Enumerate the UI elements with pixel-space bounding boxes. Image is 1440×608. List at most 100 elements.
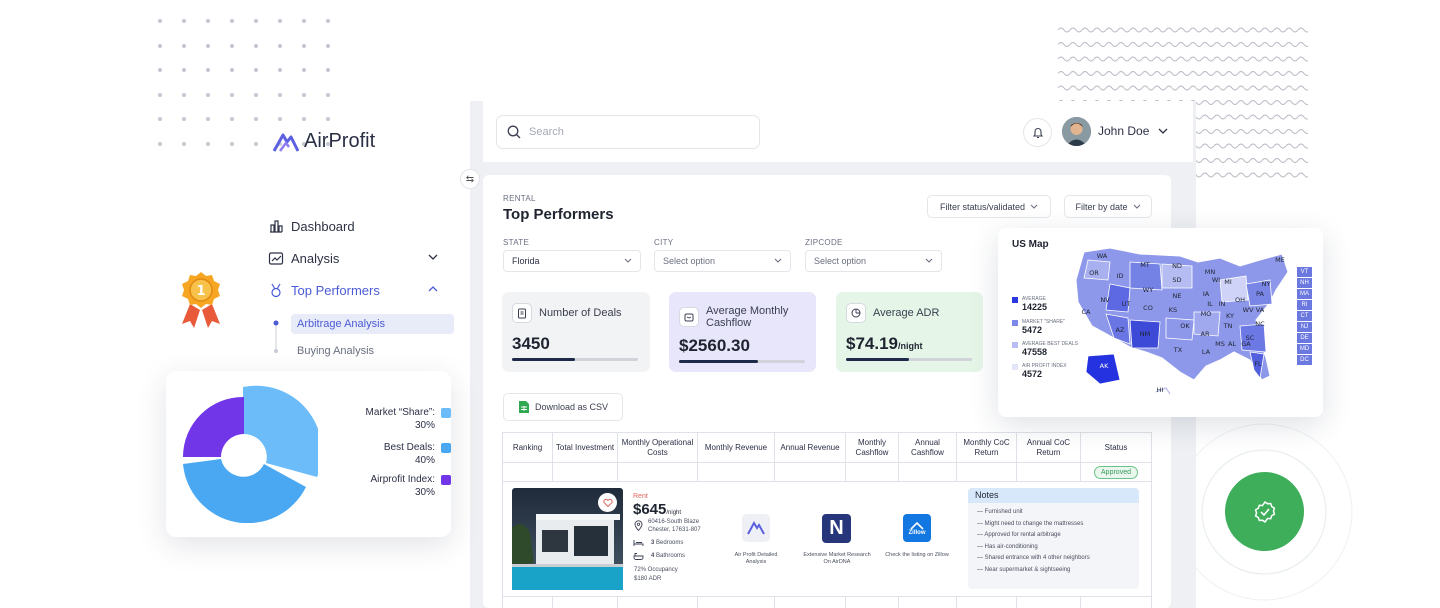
favorite-button[interactable] <box>598 493 617 512</box>
legend-swatch <box>1012 320 1018 326</box>
state-label-il[interactable]: IL <box>1207 300 1213 308</box>
state-label-wy[interactable]: WY <box>1143 286 1153 294</box>
legend-item: Market “Share”: 30% <box>366 407 451 432</box>
state-label-mt[interactable]: MT <box>1140 261 1150 269</box>
state-label-id[interactable]: ID <box>1117 272 1124 280</box>
analytics-icon <box>268 252 284 265</box>
state-label-ia[interactable]: IA <box>1203 290 1210 298</box>
bed-icon <box>633 540 644 546</box>
chevron-up-icon[interactable] <box>428 284 438 294</box>
notifications-button[interactable] <box>1023 118 1052 147</box>
avatar[interactable] <box>1062 117 1091 146</box>
state-label-ms[interactable]: MS <box>1215 340 1225 348</box>
state-label-ne[interactable]: NE <box>1173 292 1182 300</box>
stat-card-adr: Average ADR $74.19/night <box>836 292 983 372</box>
state-label-vt[interactable]: VT <box>1297 267 1312 277</box>
notes-title: Notes <box>968 488 1139 503</box>
state-label-az[interactable]: AZ <box>1116 326 1125 334</box>
state-label-oh[interactable]: OH <box>1235 296 1245 304</box>
chevron-down-icon[interactable] <box>1158 127 1168 135</box>
state-label-ri[interactable]: RI <box>1297 300 1312 310</box>
search-input[interactable]: Search <box>496 115 760 149</box>
state-label-nm[interactable]: NM <box>1140 330 1150 338</box>
column-header[interactable]: Monthly Cashflow <box>845 432 899 463</box>
state-label-mo[interactable]: MO <box>1201 310 1212 318</box>
state-label-mn[interactable]: MN <box>1205 268 1216 276</box>
column-header[interactable]: Status <box>1080 432 1152 463</box>
table-row[interactable]: Approved <box>502 462 1152 482</box>
column-header[interactable]: Annual Revenue <box>774 432 846 463</box>
chevron-down-icon[interactable] <box>428 252 438 262</box>
sidebar-item-dashboard[interactable]: Dashboard <box>268 214 454 238</box>
column-header[interactable]: Annual CoC Return <box>1016 432 1081 463</box>
sidebar-item-analysis[interactable]: Analysis <box>268 246 454 270</box>
state-label-tx[interactable]: TX <box>1173 346 1183 354</box>
state-label-nc[interactable]: NC <box>1255 320 1265 328</box>
verified-badge-button[interactable] <box>1225 472 1304 551</box>
state-label-co[interactable]: CO <box>1143 304 1153 312</box>
map-legend-item: AIR PROFIT INDEX 4572 <box>1012 363 1067 380</box>
city-select[interactable]: Select option <box>654 250 791 272</box>
state-label-wv[interactable]: WV <box>1243 306 1254 314</box>
state-label-tn[interactable]: TN <box>1223 322 1233 330</box>
state-label-fl[interactable]: FL <box>1254 360 1262 368</box>
stat-card-cashflow: Average Monthly Cashflow $2560.30 <box>669 292 816 372</box>
state-label-hi[interactable]: HI <box>1157 386 1164 394</box>
state-label-sd[interactable]: SD <box>1172 276 1181 284</box>
zillow-text: Zillow <box>908 529 926 536</box>
column-header[interactable]: Annual Cashflow <box>898 432 957 463</box>
location-pin-icon <box>634 520 643 531</box>
state-label-va[interactable]: VA <box>1256 306 1265 314</box>
state-label-md[interactable]: MD <box>1297 344 1312 354</box>
state-label-ks[interactable]: KS <box>1169 306 1177 314</box>
state-label-de[interactable]: DE <box>1297 333 1312 343</box>
state-label-me[interactable]: ME <box>1275 256 1285 264</box>
state-label-ma[interactable]: MA <box>1297 289 1312 299</box>
state-label-ar[interactable]: AR <box>1201 330 1210 338</box>
state-label-ok[interactable]: OK <box>1180 322 1190 330</box>
column-header[interactable]: Ranking <box>502 432 553 463</box>
state-label-in[interactable]: IN <box>1219 300 1226 308</box>
state-label-nv[interactable]: NV <box>1100 296 1110 304</box>
state-label-ca[interactable]: CA <box>1082 308 1092 316</box>
column-header[interactable]: Total Investment <box>552 432 618 463</box>
note-item: — Has air-conditioning <box>977 543 1038 550</box>
state-label-ny[interactable]: NY <box>1262 280 1271 288</box>
state-label-wi[interactable]: WI <box>1212 276 1220 284</box>
zipcode-select[interactable]: Select option <box>805 250 942 272</box>
state-label-mi[interactable]: MI <box>1224 278 1232 286</box>
brand-logo[interactable]: AirProfit <box>272 130 375 153</box>
column-header[interactable]: Monthly CoC Return <box>956 432 1017 463</box>
user-name[interactable]: John Doe <box>1098 124 1149 138</box>
state-label-or[interactable]: OR <box>1089 269 1099 277</box>
state-label-pa[interactable]: PA <box>1256 290 1265 298</box>
filter-status-button[interactable]: Filter status/validated <box>927 195 1051 218</box>
state-label-la[interactable]: LA <box>1202 348 1211 356</box>
airprofit-analysis-link[interactable] <box>742 514 770 542</box>
state-label-ak[interactable]: AK <box>1100 362 1109 370</box>
state-label-al[interactable]: AL <box>1228 340 1236 348</box>
state-label-dc[interactable]: DC <box>1297 355 1312 365</box>
airdna-link[interactable]: N <box>822 514 851 543</box>
donut-segment-airprofit-index[interactable] <box>183 396 244 457</box>
download-csv-button[interactable]: Download as CSV <box>503 393 623 421</box>
column-header[interactable]: Monthly Operational Costs <box>617 432 698 463</box>
subnav-item-arbitrage-analysis[interactable]: Arbitrage Analysis <box>297 318 385 330</box>
donut-segment-market-share[interactable] <box>243 385 318 477</box>
collapse-sidebar-button[interactable]: ⇆ <box>460 169 480 189</box>
state-label-nj[interactable]: NJ <box>1297 322 1312 332</box>
state-label-ut[interactable]: UT <box>1122 300 1131 308</box>
subnav-item-buying-analysis[interactable]: Buying Analysis <box>297 345 374 357</box>
filter-date-button[interactable]: Filter by date <box>1064 195 1152 218</box>
legend-value: 30% <box>414 486 435 498</box>
state-label-ga[interactable]: GA <box>1241 340 1251 348</box>
zillow-link[interactable]: Zillow <box>903 514 931 542</box>
sidebar-item-top-performers[interactable]: Top Performers <box>268 278 454 302</box>
state-label-ct[interactable]: CT <box>1297 311 1312 321</box>
state-label-wa[interactable]: WA <box>1097 252 1108 260</box>
state-select[interactable]: Florida <box>503 250 641 272</box>
state-label-ky[interactable]: KY <box>1226 312 1234 320</box>
column-header[interactable]: Monthly Revenue <box>697 432 775 463</box>
state-label-nd[interactable]: ND <box>1172 262 1182 270</box>
state-label-nh[interactable]: NH <box>1297 278 1312 288</box>
